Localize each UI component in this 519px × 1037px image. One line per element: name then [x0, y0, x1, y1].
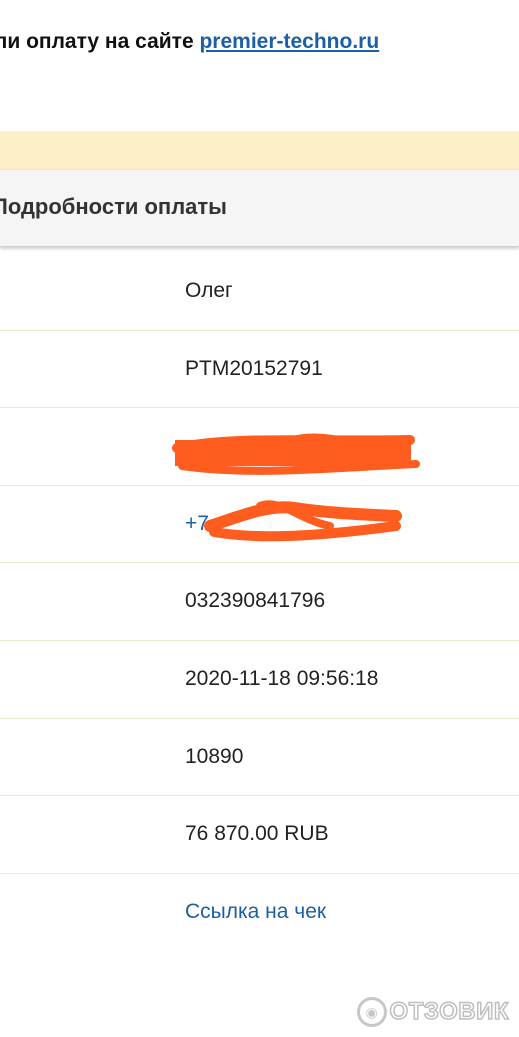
row-date: 2020-11-18 09:56:18 — [0, 641, 519, 719]
row-order-id: PTM20152791 — [0, 331, 519, 409]
page: ли оплату на сайте premier-techno.ru Под… — [0, 0, 519, 1037]
transaction-id: 032390841796 — [185, 589, 326, 613]
row-code: 10890 — [0, 719, 519, 797]
row-receipt: Ссылка на чек — [0, 874, 519, 952]
otzovik-watermark: ◉ ОТЗОВИК — [356, 997, 509, 1027]
email-redaction — [172, 433, 420, 476]
panel-title: Подробности оплаты — [0, 194, 227, 219]
watermark-logo-icon: ◉ — [356, 997, 387, 1027]
heading-text: ли оплату на сайте — [0, 30, 200, 53]
page-heading: ли оплату на сайте premier-techno.ru — [0, 30, 379, 54]
row-name: Олег — [0, 253, 519, 331]
payment-date: 2020-11-18 09:56:18 — [185, 666, 379, 690]
watermark-text: ОТЗОВИК — [389, 997, 509, 1026]
payment-details-table: Олег PTM20152791 ...ail.ru +7 0323908417… — [0, 253, 519, 951]
payment-amount: 76 870.00 RUB — [185, 822, 329, 846]
receipt-link[interactable]: Ссылка на чек — [185, 900, 326, 924]
row-email: ...ail.ru — [0, 408, 519, 486]
shop-link[interactable]: premier-techno.ru — [199, 30, 379, 53]
row-transaction: 032390841796 — [0, 563, 519, 641]
notice-band — [0, 131, 519, 169]
auth-code: 10890 — [185, 744, 244, 768]
row-amount: 76 870.00 RUB — [0, 796, 519, 874]
row-phone: +7 — [0, 486, 519, 564]
payment-details-header: Подробности оплаты — [0, 169, 519, 247]
payer-name: Олег — [185, 279, 233, 302]
phone-redaction — [204, 500, 402, 542]
order-id: PTM20152791 — [185, 356, 323, 380]
